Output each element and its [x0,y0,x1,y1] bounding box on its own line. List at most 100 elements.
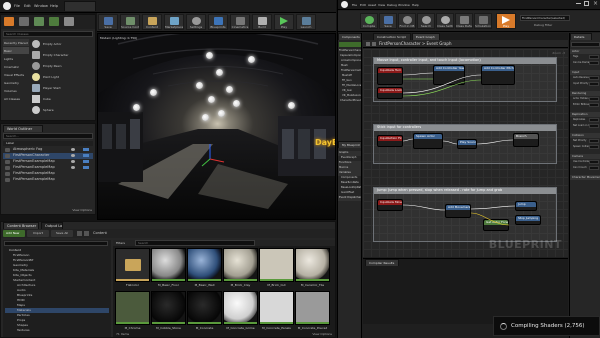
viewport-label[interactable]: Modern (Lighting: 0.750) [100,36,137,40]
search-button[interactable]: Search [417,13,435,29]
folder-search-input[interactable] [4,241,108,246]
details-property-row[interactable]: Use Controller Rotation Yaw [572,160,600,165]
play-button[interactable]: Play [274,14,294,30]
graph-node[interactable]: Branch [513,133,539,147]
add-new-button[interactable]: Add New [3,230,25,237]
details-property-row[interactable]: Can Crouch [572,166,600,171]
property-value-field[interactable] [589,139,599,143]
asset-thumbnail[interactable]: M_Concrete [187,291,222,330]
class-defaults-button[interactable]: Class Defaults [455,13,473,29]
filters-dropdown[interactable]: Filters [116,241,125,245]
blueprints-button[interactable]: Blueprints [208,14,228,30]
details-property-row[interactable]: Tags [572,55,600,60]
tab-event-graph[interactable]: Event Graph [412,33,440,40]
my-blueprint-item[interactable]: Event Dispatchers [338,196,361,201]
cinematics-button[interactable]: Cinematics [230,14,250,30]
modes-category[interactable]: Visual Effects [3,71,29,78]
paint-mode-icon[interactable] [19,17,29,26]
tab-my-blueprint[interactable]: My Blueprint [338,141,361,148]
details-property-row[interactable]: Auto Receive Input [572,76,600,81]
component-item[interactable]: CharacterMovement [338,99,361,104]
graph-node[interactable]: InputAxis Turn [377,67,403,85]
details-section-header[interactable]: Collision [570,133,600,138]
details-property-row[interactable]: Can be Damaged [572,61,600,66]
tab-content-browser[interactable]: Content Browser [3,222,39,229]
nav-back-icon[interactable] [366,42,370,46]
settings-button[interactable]: Settings [186,14,206,30]
level-viewport[interactable]: Modern (Lighting: 0.750) DayE [97,33,336,220]
outliner-search-input[interactable]: Search... [3,133,93,139]
source-control-button[interactable]: Source Control [120,14,140,30]
graph-node[interactable]: Add Movement Input [445,204,471,218]
modes-category[interactable]: Cinematic [3,63,29,70]
debug-filter-dropdown[interactable]: FirstPersonCharacter(selected) [520,15,570,21]
bp-save-button[interactable]: Save [379,13,397,29]
launch-button[interactable]: Launch [296,14,316,30]
asset-thumbnail[interactable]: M_Brick_Clay [223,248,258,287]
nav-forward-icon[interactable] [372,42,376,46]
asset-thumbnail[interactable]: M_Ceramic_Tile [295,248,330,287]
property-value-field[interactable] [589,76,599,80]
details-section-header[interactable]: Input [570,70,600,75]
ue-logo-icon[interactable] [341,1,348,8]
details-section-header[interactable]: Rendering [570,91,600,96]
details-property-row[interactable]: Actor Hidden In Game [572,97,600,102]
property-value-field[interactable] [589,124,599,128]
property-value-field[interactable] [589,160,599,164]
graph-node[interactable]: Play Sound [457,139,477,149]
window-close-icon[interactable]: × [593,0,598,7]
graph-node[interactable]: InputAxis MoveForward [377,199,403,211]
bp-menu-item[interactable]: Window [398,3,410,7]
eye-icon[interactable] [71,148,75,151]
find-in-cb-button[interactable]: Find in CB [398,13,416,29]
details-property-row[interactable]: Replicates [572,118,600,123]
build-button[interactable]: Build [252,14,272,30]
property-value-field[interactable] [589,166,599,170]
modes-item[interactable]: Empty Actor [31,39,93,49]
bp-menu-item[interactable]: Edit [360,3,366,7]
bp-menu-item[interactable]: Help [412,3,419,7]
nav-back-icon[interactable] [77,231,82,236]
property-value-field[interactable] [589,82,599,86]
eye-icon[interactable] [71,166,75,169]
property-value-field[interactable] [589,61,599,65]
tab-world-outliner[interactable]: World Outliner [3,125,43,132]
asset-thumbnail[interactable]: M_Concrete_Poured [295,291,330,330]
menu-help[interactable]: Help [50,4,58,8]
tab-compiler-results[interactable]: Compiler Results [365,259,399,266]
property-value-field[interactable] [589,145,599,149]
graph-node[interactable]: InputAction Fire [377,135,403,147]
place-mode-icon[interactable] [4,17,14,26]
window-minimize-icon[interactable] [576,3,581,4]
bp-menu-item[interactable]: File [352,3,357,7]
graph-node[interactable]: Add Controller Pitch Input [481,65,515,85]
details-property-row[interactable]: Net Load on Client [572,124,600,129]
foliage-mode-icon[interactable] [49,17,59,26]
save-all-button[interactable]: Save All [51,230,73,237]
bp-menu-item[interactable]: View [378,3,385,7]
modes-category[interactable]: Basic [3,47,29,54]
window-maximize-icon[interactable] [584,1,589,6]
graph-node[interactable]: Add Controller Yaw Input [433,65,465,85]
asset-thumbnail[interactable]: M_Cobble_Stone [151,291,186,330]
event-graph-canvas[interactable]: Zoom -3 Mouse input, controller input, a… [363,49,568,257]
bp-menu-item[interactable]: Debug [387,3,397,7]
modes-category[interactable]: All Classes [3,95,29,102]
add-component-button[interactable] [339,42,361,47]
asset-thumbnail[interactable]: Flatcolor [115,248,150,287]
modes-item[interactable]: Player Start [31,83,93,93]
asset-thumbnail[interactable]: M_Chrome [115,291,150,330]
modes-category[interactable]: Recently Placed [3,39,29,46]
content-view-options[interactable]: View Options [312,332,332,336]
bp-menu-item[interactable]: Asset [368,3,376,7]
modes-item[interactable]: Cube [31,94,93,104]
property-value-field[interactable] [589,118,599,122]
menu-window[interactable]: Window [34,4,48,8]
asset-search-input[interactable]: Search [135,240,255,246]
tab-details[interactable]: Details [570,33,592,40]
content-button[interactable]: Content [142,14,162,30]
save-button[interactable]: Save [98,14,118,30]
modes-item[interactable]: Point Light [31,72,93,82]
graph-node[interactable]: Jump [515,201,537,211]
asset-thumbnail[interactable]: M_Brick_Cut [259,248,294,287]
